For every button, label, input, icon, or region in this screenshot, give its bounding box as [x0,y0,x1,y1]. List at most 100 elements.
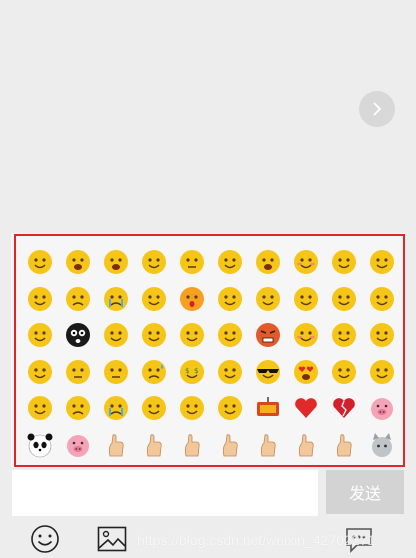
emoji-wail-icon [104,396,128,420]
emoji-laugh-tears-icon [332,323,356,347]
image-picker-button[interactable] [97,526,127,552]
emoji-tongue[interactable] [330,248,358,276]
emoji-victory[interactable] [140,431,168,459]
emoji-nervous[interactable] [216,394,244,422]
emoji-mouth-taped[interactable] [368,248,396,276]
emoji-ok-hand[interactable] [102,431,130,459]
emoji-blush[interactable] [292,321,320,349]
emoji-broken-heart[interactable] [330,394,358,422]
emoji-peek-icon [370,323,394,347]
emoji-pray-icon [142,323,166,347]
emoji-money-icon: $ $ [180,359,204,384]
emoji-think[interactable] [140,285,168,313]
emoji-shocked-icon [218,359,242,384]
emoji-squint-icon [370,359,394,384]
emoji-surprise-red-icon [180,286,204,311]
emoji-frown[interactable] [64,394,92,422]
emoji-crying[interactable] [102,285,130,313]
emoji-teary[interactable] [64,285,92,313]
image-icon [97,526,127,552]
emoji-handshake[interactable] [292,431,320,459]
emoji-laugh-tears[interactable] [330,321,358,349]
emoji-slight-smile[interactable] [140,248,168,276]
emoji-angry-fist[interactable] [26,285,54,313]
emoji-hands-raised[interactable] [216,321,244,349]
emoji-dizzy[interactable] [26,394,54,422]
next-arrow-button[interactable] [359,91,395,127]
emoji-money[interactable]: $ $ [178,358,206,386]
emoji-sly[interactable] [330,285,358,313]
emoji-drool[interactable] [26,358,54,386]
emoji-wink[interactable] [330,358,358,386]
emoji-heart[interactable] [292,394,320,422]
emoji-thumbs-up[interactable] [178,431,206,459]
emoji-shout-icon [256,250,280,274]
emoji-surprise-red[interactable] [178,285,206,313]
send-button[interactable]: 发送 [326,470,404,514]
emoji-panda[interactable] [26,431,54,459]
emoji-wail[interactable] [102,394,130,422]
emoji-bomb[interactable] [254,394,282,422]
emoji-cover-face-icon [180,323,204,347]
emoji-hands-raised-icon [218,323,242,347]
emoji-facepalm[interactable] [140,394,168,422]
emoji-scared-black[interactable] [64,321,92,349]
watermark: https://blog.csdn.net/weixin_42702271 [137,532,376,548]
emoji-grin[interactable] [64,248,92,276]
emoji-nervous-icon [218,396,242,420]
emoji-shake[interactable] [254,431,282,459]
emoji-cold-sweat[interactable] [216,285,244,313]
emoji-shh[interactable] [26,321,54,349]
emoji-awkward-icon [180,250,204,274]
emoji-smile[interactable] [26,248,54,276]
emoji-sleepy-icon [104,359,128,384]
emoji-pointing[interactable] [216,431,244,459]
emoji-furious-icon [256,323,280,347]
emoji-awkward[interactable] [178,248,206,276]
emoji-cat-icon [372,432,392,457]
emoji-shocked[interactable] [216,358,244,386]
emoji-sweat[interactable] [254,285,282,313]
emoji-blow-kiss-icon [218,250,242,274]
message-input[interactable] [12,470,318,516]
emoji-frown-icon [66,396,90,420]
emoji-cover-face[interactable] [178,321,206,349]
emoji-shout[interactable] [254,248,282,276]
emoji-giggle[interactable] [178,394,206,422]
emoji-smirk[interactable] [368,285,396,313]
emoji-thumbs-down[interactable] [330,431,358,459]
emoji-laugh[interactable] [102,248,130,276]
emoji-smirk-icon [370,286,394,311]
emoji-cool-icon [256,359,280,384]
emoji-peek[interactable] [368,321,396,349]
emoji-heart-eyes[interactable] [292,358,320,386]
emoji-squint[interactable] [368,358,396,386]
emoji-cool[interactable] [254,358,282,386]
emoji-drool-icon [28,359,52,384]
emoji-embarrassed-icon [66,359,90,384]
emoji-facepalm-icon [142,396,166,420]
emoji-pray[interactable] [140,321,168,349]
chevron-right-icon [373,102,382,116]
emoji-furious[interactable] [254,321,282,349]
emoji-sad-drop[interactable] [140,358,168,386]
emoji-toggle-button[interactable] [30,524,60,554]
emoji-shy[interactable] [292,248,320,276]
emoji-pointing-icon [222,433,238,456]
emoji-embarrassed[interactable] [64,358,92,386]
emoji-sweat-icon [256,286,280,311]
emoji-shy-icon [294,250,318,274]
emoji-thumbs-up-icon [184,433,200,456]
svg-text:$: $ [185,367,189,375]
emoji-blow-kiss[interactable] [216,248,244,276]
emoji-bomb-icon [257,397,279,416]
emoji-sleepy[interactable] [102,358,130,386]
emoji-pink-pig[interactable] [64,431,92,459]
emoji-cat[interactable] [368,431,396,459]
emoji-sad-drop-icon [142,359,166,384]
emoji-confused[interactable] [292,285,320,313]
emoji-pig[interactable] [368,394,396,422]
emoji-tongue-icon [332,250,356,274]
emoji-grimace[interactable] [102,321,130,349]
emoji-heart-icon [295,398,317,418]
